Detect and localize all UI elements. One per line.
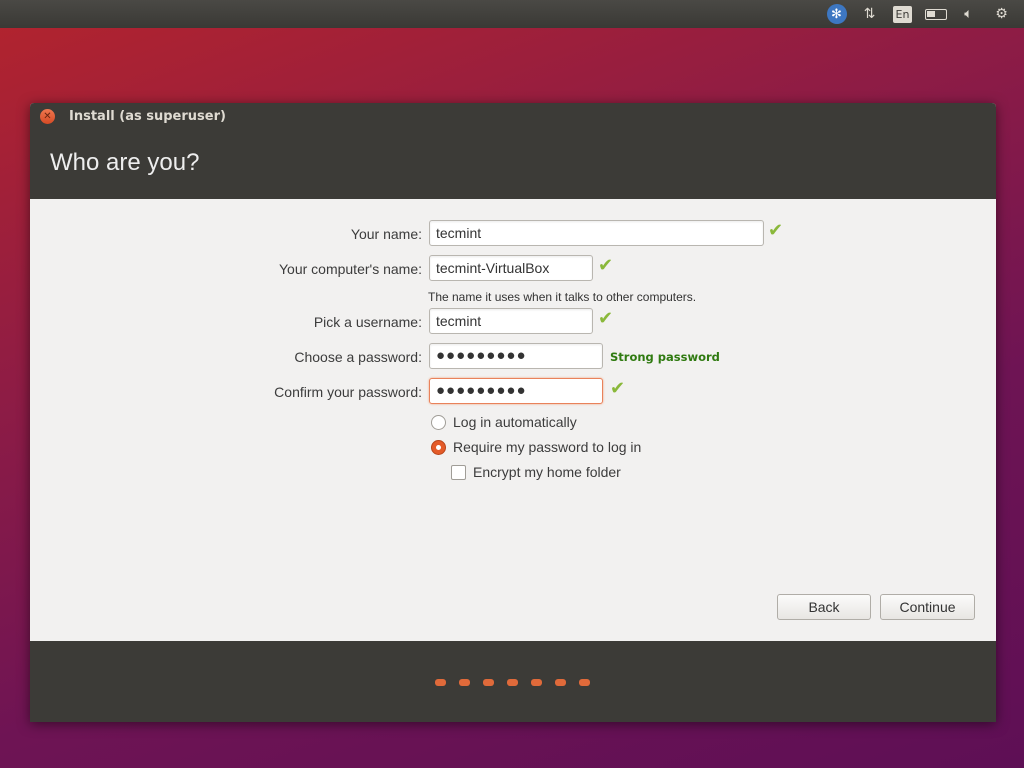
power-gear-icon[interactable]: ⚙ bbox=[985, 0, 1018, 28]
confirm-password-input[interactable]: ●●●●●●●●● bbox=[429, 378, 603, 404]
confirm-password-label: Confirm your password: bbox=[274, 384, 422, 400]
radio-selected-icon bbox=[431, 439, 446, 455]
progress-dot bbox=[459, 679, 470, 686]
battery-icon[interactable] bbox=[919, 0, 952, 28]
radio-label: Log in automatically bbox=[453, 414, 577, 430]
accessibility-icon[interactable]: ✻ bbox=[820, 0, 853, 28]
radio-icon bbox=[431, 414, 446, 430]
progress-dot bbox=[579, 679, 590, 686]
check-icon: ✔ bbox=[768, 220, 784, 241]
name-label: Your name: bbox=[350, 226, 422, 242]
password-input[interactable]: ●●●●●●●●● bbox=[429, 343, 603, 369]
progress-dot bbox=[531, 679, 542, 686]
top-panel: ✻ ⇅ En 🔈︎ ⚙ bbox=[0, 0, 1024, 28]
computer-name-label: Your computer's name: bbox=[278, 261, 422, 277]
require-password-radio[interactable]: Require my password to log in bbox=[431, 439, 641, 455]
username-label: Pick a username: bbox=[313, 314, 422, 330]
volume-icon[interactable]: 🔈︎ bbox=[952, 0, 985, 28]
username-input[interactable]: tecmint bbox=[429, 308, 593, 334]
checkbox-icon bbox=[451, 464, 466, 480]
close-icon[interactable]: ✕ bbox=[40, 109, 55, 124]
progress-dot bbox=[555, 679, 566, 686]
window-title: Install (as superuser) bbox=[69, 109, 226, 124]
computer-name-input[interactable]: tecmint-VirtualBox bbox=[429, 255, 593, 281]
password-strength: Strong password bbox=[610, 350, 720, 364]
continue-button[interactable]: Continue bbox=[880, 594, 975, 620]
computer-name-hint: The name it uses when it talks to other … bbox=[428, 290, 697, 304]
progress-dot bbox=[507, 679, 518, 686]
radio-label: Require my password to log in bbox=[453, 439, 642, 455]
password-label: Choose a password: bbox=[294, 349, 422, 365]
check-icon: ✔ bbox=[598, 255, 614, 276]
name-input[interactable]: tecmint bbox=[429, 220, 764, 246]
checkbox-label: Encrypt my home folder bbox=[473, 464, 621, 480]
check-icon: ✔ bbox=[598, 308, 614, 329]
keyboard-layout-icon[interactable]: En bbox=[886, 0, 919, 28]
title-bar: ✕ Install (as superuser) bbox=[30, 103, 996, 130]
progress-footer bbox=[30, 641, 996, 722]
check-icon: ✔ bbox=[610, 378, 626, 399]
encrypt-home-checkbox[interactable]: Encrypt my home folder bbox=[451, 464, 621, 480]
installer-window: ✕ Install (as superuser) Who are you? Yo… bbox=[30, 103, 996, 722]
page-title: Who are you? bbox=[30, 130, 996, 199]
back-button[interactable]: Back bbox=[777, 594, 871, 620]
login-automatically-radio[interactable]: Log in automatically bbox=[431, 414, 577, 430]
network-icon[interactable]: ⇅ bbox=[853, 0, 886, 28]
progress-dot bbox=[435, 679, 446, 686]
progress-dot bbox=[483, 679, 494, 686]
